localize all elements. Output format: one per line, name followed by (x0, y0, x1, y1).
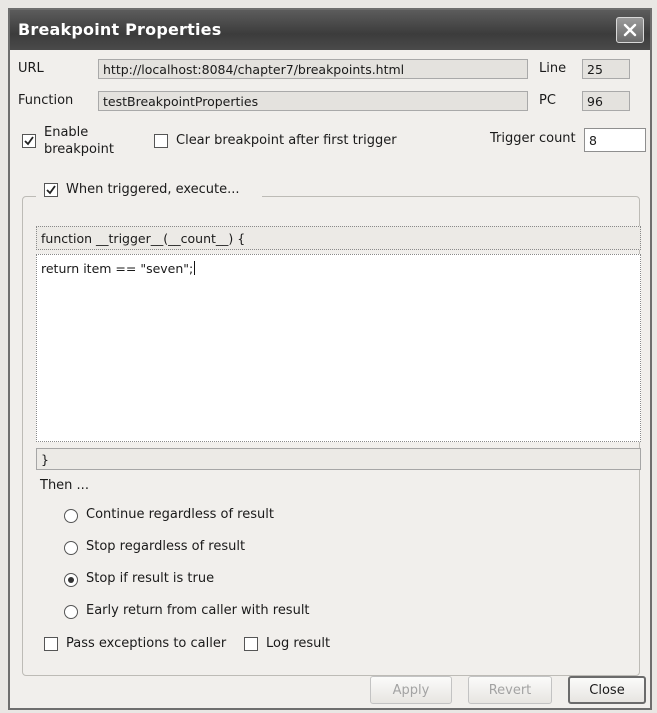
code-body: return item == "seven"; (41, 261, 194, 276)
enable-breakpoint-label: Enable breakpoint (44, 124, 114, 158)
url-field: http://localhost:8084/chapter7/breakpoin… (98, 59, 528, 79)
radio-continue-regardless-label[interactable]: Continue regardless of result (86, 507, 274, 522)
pass-exceptions-checkbox[interactable] (44, 637, 58, 651)
line-label: Line (539, 61, 567, 76)
log-result-checkbox[interactable] (244, 637, 258, 651)
check-icon (46, 185, 56, 195)
pc-label: PC (539, 93, 556, 108)
enable-breakpoint-label-line2: breakpoint (44, 142, 114, 157)
radio-stop-regardless-label[interactable]: Stop regardless of result (86, 539, 245, 554)
text-cursor (194, 261, 196, 275)
close-button[interactable]: Close (568, 676, 646, 704)
trigger-count-label: Trigger count (490, 131, 576, 146)
apply-button[interactable]: Apply (370, 676, 452, 704)
trigger-count-input[interactable]: 8 (584, 128, 646, 152)
when-triggered-checkbox[interactable] (44, 183, 58, 197)
radio-stop-if-true-label[interactable]: Stop if result is true (86, 571, 214, 586)
pc-field: 96 (582, 91, 630, 111)
title-bar[interactable]: Breakpoint Properties (10, 10, 650, 50)
enable-breakpoint-label-line1: Enable (44, 125, 89, 140)
close-icon (623, 23, 637, 37)
clear-after-first-label: Clear breakpoint after first trigger (176, 133, 397, 148)
radio-early-return-label[interactable]: Early return from caller with result (86, 603, 310, 618)
dialog-title: Breakpoint Properties (18, 20, 222, 39)
then-label: Then ... (40, 478, 89, 493)
url-label: URL (18, 61, 44, 76)
radio-continue-regardless[interactable] (64, 509, 78, 523)
function-label: Function (18, 93, 74, 108)
clear-after-first-checkbox[interactable] (154, 134, 168, 148)
line-field: 25 (582, 59, 630, 79)
close-window-button[interactable] (616, 17, 644, 43)
enable-breakpoint-checkbox[interactable] (22, 134, 36, 148)
breakpoint-properties-dialog: Breakpoint Properties URL http://localho… (8, 8, 652, 710)
check-icon (24, 136, 34, 146)
code-footer: } (36, 448, 641, 470)
code-header: function __trigger__(__count__) { (36, 226, 641, 250)
pass-exceptions-label: Pass exceptions to caller (66, 636, 227, 651)
radio-stop-regardless[interactable] (64, 541, 78, 555)
when-triggered-label: When triggered, execute... (66, 182, 240, 197)
radio-stop-if-true[interactable] (64, 573, 78, 587)
revert-button[interactable]: Revert (468, 676, 552, 704)
radio-early-return[interactable] (64, 605, 78, 619)
log-result-label: Log result (266, 636, 331, 651)
function-field: testBreakpointProperties (98, 91, 528, 111)
code-editor[interactable]: return item == "seven"; (36, 254, 641, 442)
